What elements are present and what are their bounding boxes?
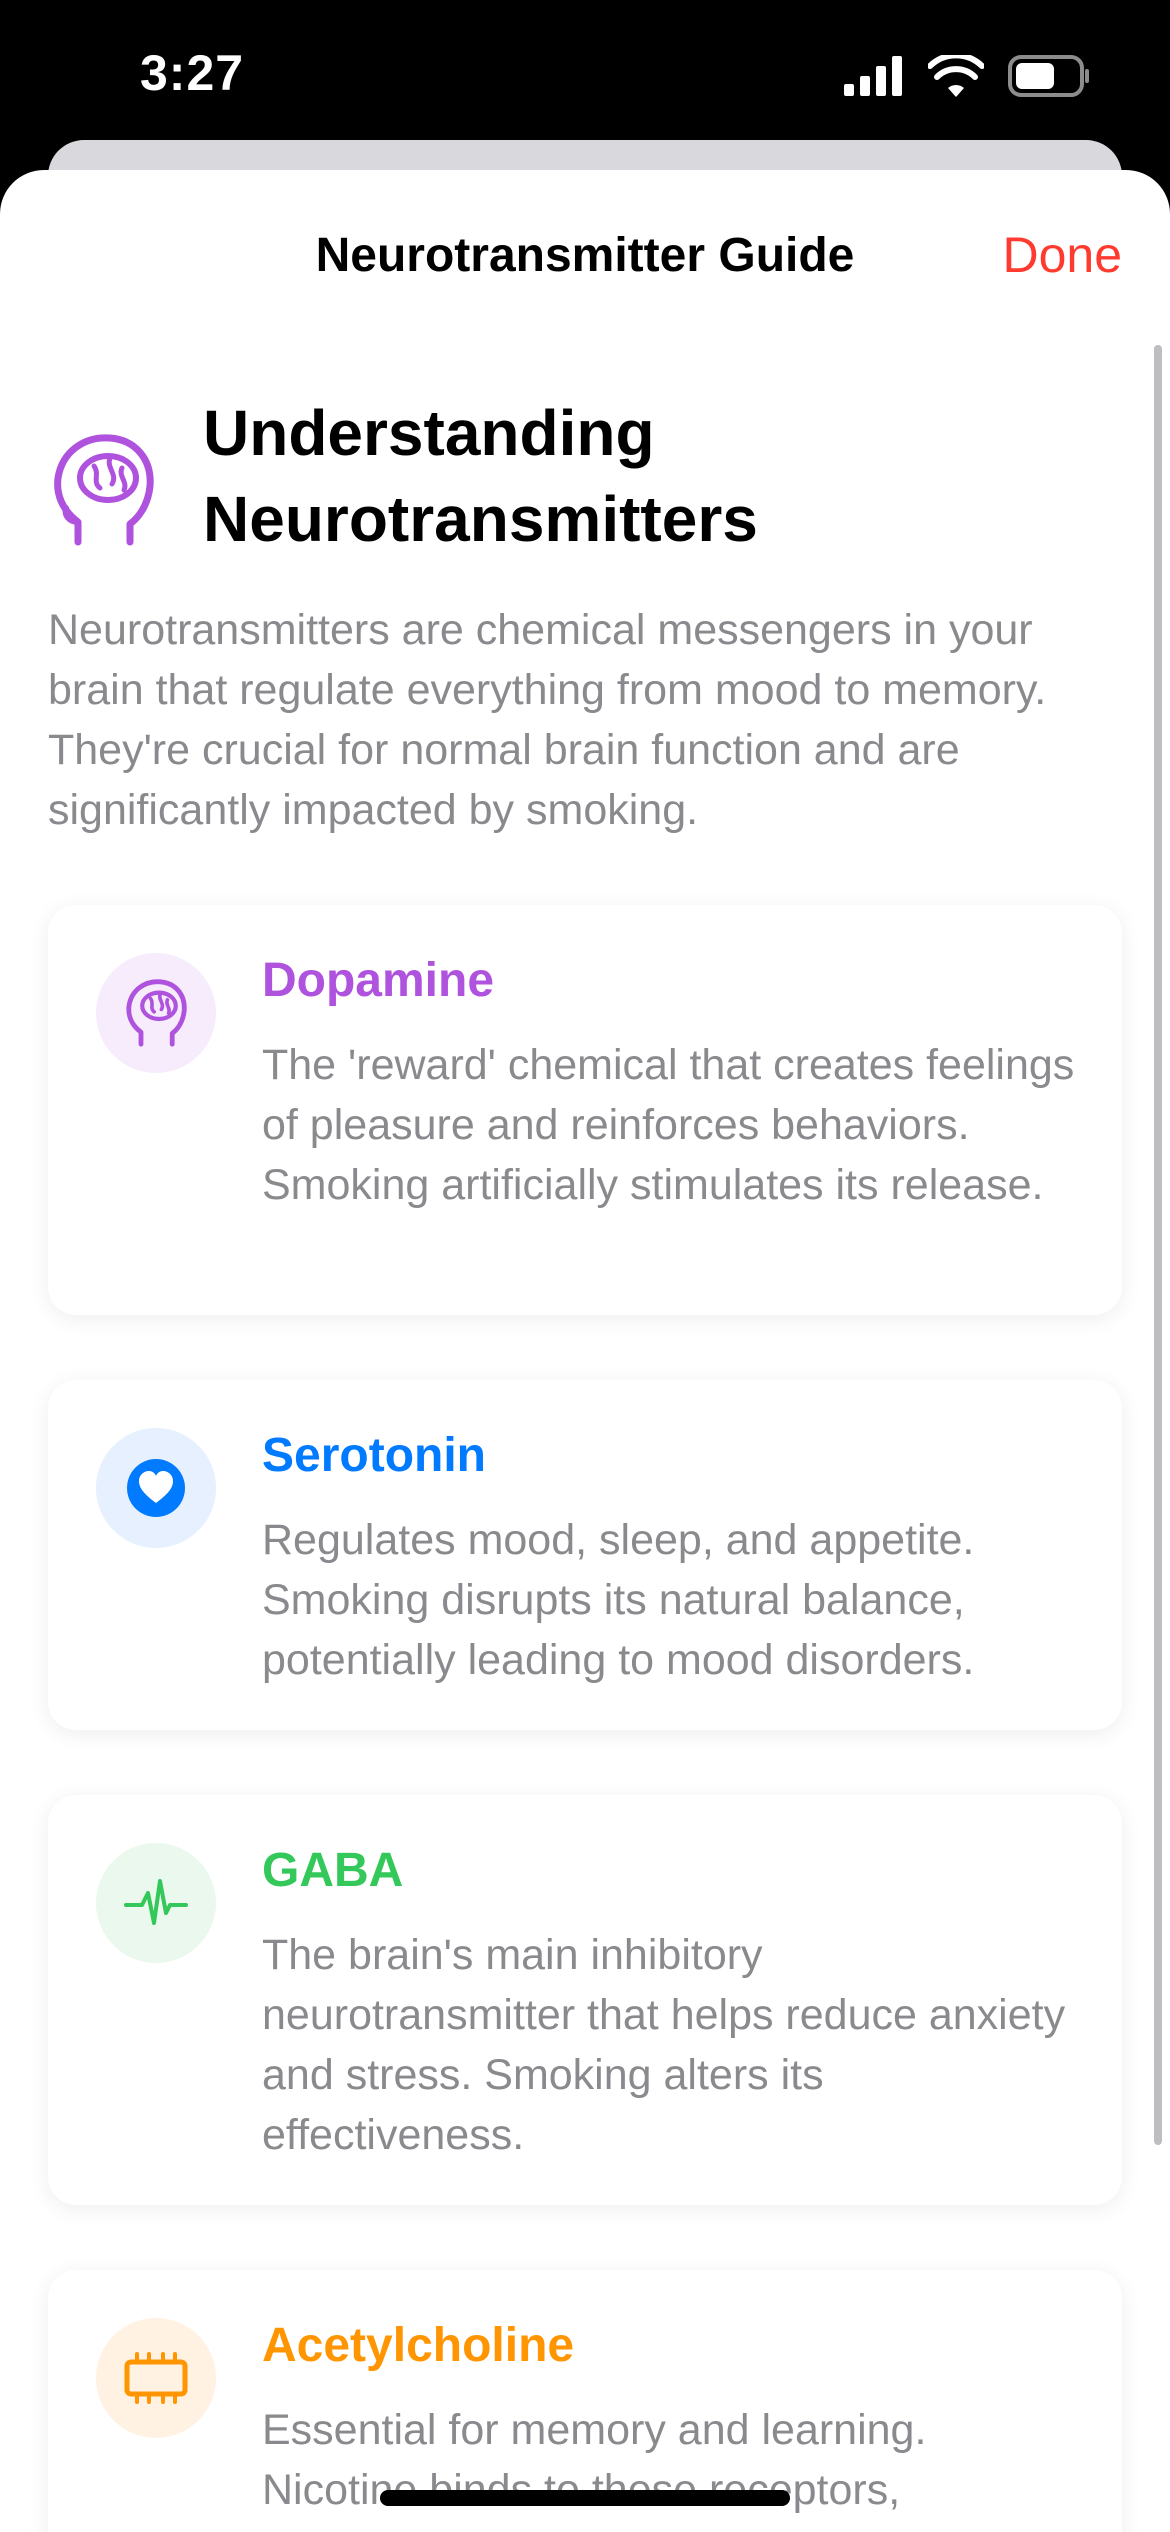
card-dopamine[interactable]: Dopamine The 'reward' chemical that crea… xyxy=(48,905,1122,1315)
gaba-icon-bg xyxy=(96,1843,216,1963)
page-title: Understanding Neurotransmitters xyxy=(203,390,1083,562)
done-button[interactable]: Done xyxy=(1002,226,1122,284)
home-indicator[interactable] xyxy=(380,2490,790,2506)
page-title-line2: Neurotransmitters xyxy=(203,483,758,555)
card-gaba[interactable]: GABA The brain's main inhibitory neurotr… xyxy=(48,1795,1122,2205)
modal-sheet: Neurotransmitter Guide Done Understandin… xyxy=(0,170,1170,2532)
scroll-indicator[interactable] xyxy=(1154,345,1162,2145)
brain-head-icon xyxy=(54,434,154,546)
serotonin-icon-bg xyxy=(96,1428,216,1548)
acetylcholine-icon-bg xyxy=(96,2318,216,2438)
card-title: Dopamine xyxy=(262,954,495,1007)
memory-chip-icon xyxy=(124,2352,188,2404)
cellular-signal-icon xyxy=(844,56,902,96)
status-bar: 3:27 xyxy=(0,0,1170,140)
card-description: Regulates mood, sleep, and appetite. Smo… xyxy=(262,1516,975,1684)
page-title-line1: Understanding xyxy=(203,397,655,469)
intro-text: Neurotransmitters are chemical messenger… xyxy=(48,606,1047,834)
waveform-icon xyxy=(124,1879,188,1925)
status-icons xyxy=(844,54,1090,98)
card-title: GABA xyxy=(262,1844,404,1897)
wifi-icon xyxy=(928,55,984,97)
guide-header: Understanding Neurotransmitters xyxy=(48,390,1078,590)
card-serotonin[interactable]: Serotonin Regulates mood, sleep, and app… xyxy=(48,1380,1122,1730)
dopamine-icon-bg xyxy=(96,953,216,1073)
card-title: Acetylcholine xyxy=(262,2319,575,2372)
card-title: Serotonin xyxy=(262,1429,486,1482)
brain-head-icon xyxy=(126,979,187,1047)
status-time: 3:27 xyxy=(140,45,245,101)
card-description: The brain's main inhibitory neurotransmi… xyxy=(262,1931,1066,2159)
heart-circle-icon xyxy=(127,1459,185,1517)
battery-icon xyxy=(1008,55,1089,97)
card-description: The 'reward' chemical that creates feeli… xyxy=(262,1041,1075,1209)
nav-title: Neurotransmitter Guide xyxy=(315,229,855,282)
